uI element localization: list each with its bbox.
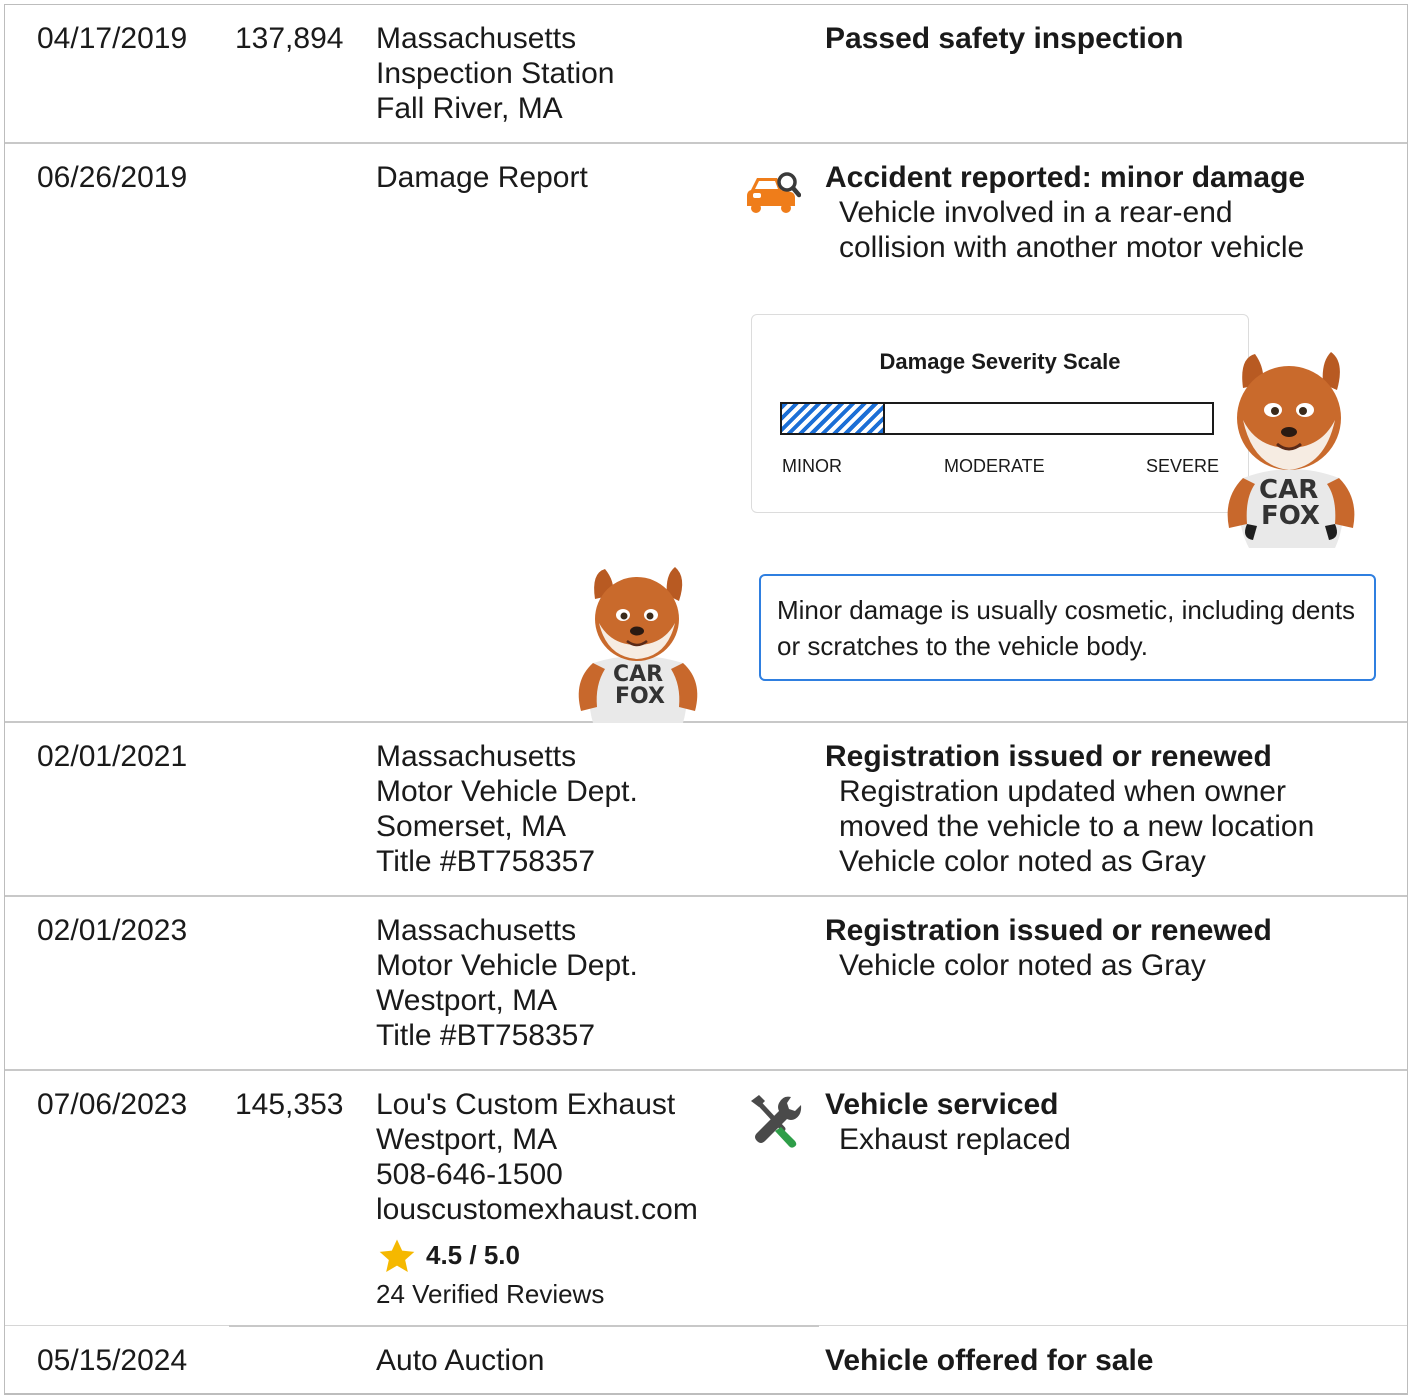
- event-detail: Exhaust replaced: [839, 1123, 1071, 1156]
- event-detail: collision with another motor vehicle: [839, 231, 1305, 264]
- source-line: Westport, MA: [376, 984, 558, 1017]
- event-title: Registration issued or renewed: [825, 740, 1272, 773]
- severity-bar: [780, 402, 1214, 435]
- event-detail: moved the vehicle to a new location: [839, 810, 1315, 843]
- vehicle-history-table: 04/17/2019 137,894 Massachusetts Inspect…: [4, 4, 1408, 1395]
- record-date: 07/06/2023: [37, 1088, 188, 1121]
- event-detail: Vehicle color noted as Gray: [839, 949, 1206, 982]
- source-line: Fall River, MA: [376, 92, 563, 125]
- record-event: Registration issued or renewed Registrat…: [825, 739, 1314, 879]
- history-row: 05/15/2024 Auto Auction Vehicle offered …: [5, 1327, 1407, 1393]
- source-line: Lou's Custom Exhaust: [376, 1088, 676, 1121]
- carfox-mascot-image: CAR FOX: [1227, 352, 1355, 548]
- event-title: Vehicle serviced: [825, 1088, 1059, 1121]
- history-row: 07/06/2023 145,353 Lou's Custom Exhaust …: [5, 1071, 1407, 1325]
- history-row: 02/01/2023 Massachusetts Motor Vehicle D…: [5, 897, 1407, 1071]
- record-event: Passed safety inspection: [825, 21, 1183, 56]
- severity-title: Damage Severity Scale: [879, 349, 1121, 374]
- record-event: Vehicle serviced Exhaust replaced: [825, 1087, 1071, 1157]
- rating-value: 4.5 / 5.0: [426, 1239, 520, 1270]
- source-line: Massachusetts: [376, 22, 577, 55]
- record-event: Accident reported: minor damage Vehicle …: [825, 160, 1305, 265]
- severity-label-severe: SEVERE: [1146, 456, 1220, 476]
- source-line: Motor Vehicle Dept.: [376, 775, 638, 808]
- damage-severity-card: Damage Severity Scale MINOR MODERATE SEV…: [751, 314, 1249, 513]
- record-source: Massachusetts Motor Vehicle Dept. Somers…: [376, 739, 638, 879]
- record-event: Registration issued or renewed Vehicle c…: [825, 913, 1272, 983]
- record-source: Massachusetts Motor Vehicle Dept. Westpo…: [376, 913, 638, 1053]
- record-source: Damage Report: [376, 160, 588, 195]
- record-event: Vehicle offered for sale: [825, 1343, 1153, 1378]
- record-source: Auto Auction: [376, 1343, 544, 1378]
- source-line: Westport, MA: [376, 1123, 558, 1156]
- record-date: 02/01/2021: [37, 740, 188, 773]
- source-line: Massachusetts: [376, 914, 577, 947]
- record-date: 04/17/2019: [37, 22, 188, 55]
- event-detail: Vehicle color noted as Gray: [839, 845, 1206, 878]
- event-detail: Registration updated when owner: [839, 775, 1286, 808]
- source-line: Damage Report: [376, 161, 588, 194]
- event-title: Vehicle offered for sale: [825, 1344, 1154, 1377]
- record-source: Massachusetts Inspection Station Fall Ri…: [376, 21, 615, 126]
- mascot-shirt-text: FOX: [1261, 501, 1320, 531]
- event-title: Registration issued or renewed: [825, 914, 1272, 947]
- source-line: Auto Auction: [376, 1344, 545, 1377]
- record-odometer: 145,353: [235, 1088, 344, 1121]
- event-title: Passed safety inspection: [825, 22, 1184, 55]
- carfox-mascot-image: CAR FOX: [578, 567, 698, 723]
- record-date: 02/01/2023: [37, 914, 188, 947]
- record-odometer: 137,894: [235, 22, 344, 55]
- service-rating[interactable]: 4.5 / 5.0: [376, 1237, 520, 1277]
- source-line: Motor Vehicle Dept.: [376, 949, 638, 982]
- website-link[interactable]: louscustomexhaust.com: [376, 1192, 698, 1227]
- history-row: 04/17/2019 137,894 Massachusetts Inspect…: [5, 5, 1407, 144]
- wrench-screwdriver-icon: [751, 1095, 802, 1148]
- car-damage-search-icon: [747, 172, 801, 213]
- source-line: Somerset, MA: [376, 810, 567, 843]
- record-date: 05/15/2024: [37, 1344, 188, 1377]
- severity-label-moderate: MODERATE: [944, 456, 1045, 476]
- mascot-shirt-text: FOX: [615, 684, 665, 709]
- severity-label-minor: MINOR: [782, 456, 842, 476]
- source-line: Massachusetts: [376, 740, 577, 773]
- phone-link[interactable]: 508-646-1500: [376, 1157, 698, 1192]
- source-line: Title #BT758357: [376, 845, 596, 878]
- damage-info-note: Minor damage is usually cosmetic, includ…: [759, 574, 1376, 681]
- history-row: 02/01/2021 Massachusetts Motor Vehicle D…: [5, 723, 1407, 897]
- record-date: 06/26/2019: [37, 161, 188, 194]
- event-title: Accident reported: minor damage: [825, 161, 1306, 194]
- event-detail: Vehicle involved in a rear-end: [839, 196, 1233, 229]
- record-source: Lou's Custom Exhaust Westport, MA 508-64…: [376, 1087, 698, 1227]
- star-icon: [379, 1239, 415, 1272]
- source-line: Inspection Station: [376, 57, 615, 90]
- verified-reviews-link[interactable]: 24 Verified Reviews: [376, 1279, 604, 1310]
- source-line: Title #BT758357: [376, 1019, 596, 1052]
- severity-bar-fill: [782, 404, 886, 433]
